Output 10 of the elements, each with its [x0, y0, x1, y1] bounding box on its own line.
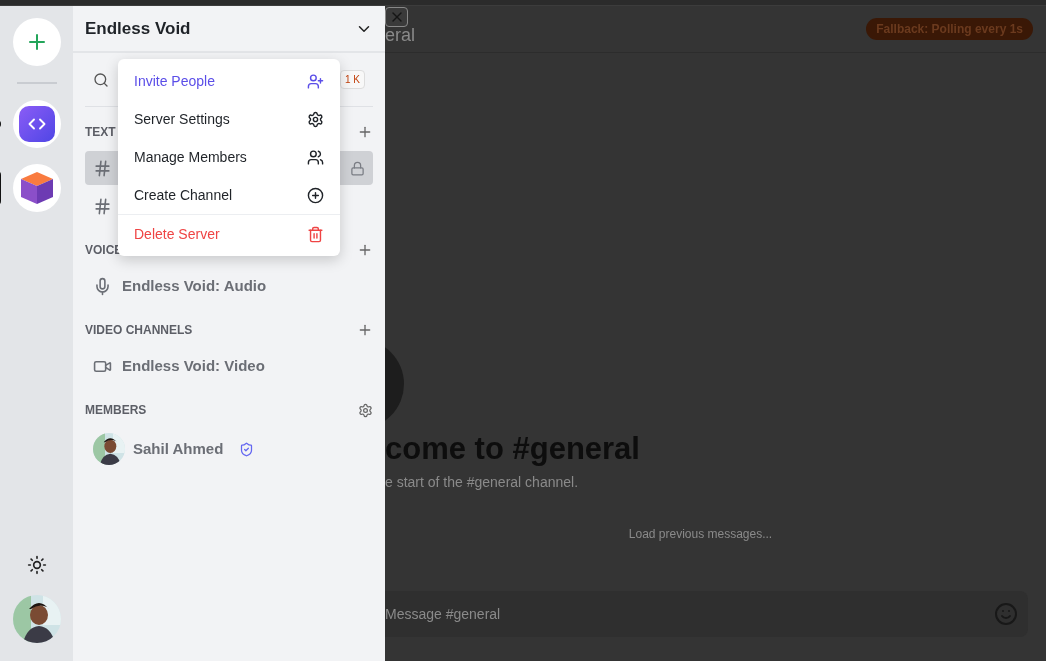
welcome-subtitle: e start of the #general channel. [385, 473, 580, 492]
section-title: TEXT [85, 124, 116, 141]
member-name: Sahil Ahmed [133, 438, 224, 459]
channel-title: eral [385, 23, 415, 47]
shortcut-key: 1 K [340, 70, 365, 89]
server-name: Endless Void [85, 17, 191, 40]
channel-name: Endless Void: Video [122, 355, 265, 376]
section-title: VIDEO CHANNELS [85, 322, 193, 339]
section-title: MEMBERS [85, 402, 147, 419]
channel-name: Endless Void: Audio [122, 275, 267, 296]
